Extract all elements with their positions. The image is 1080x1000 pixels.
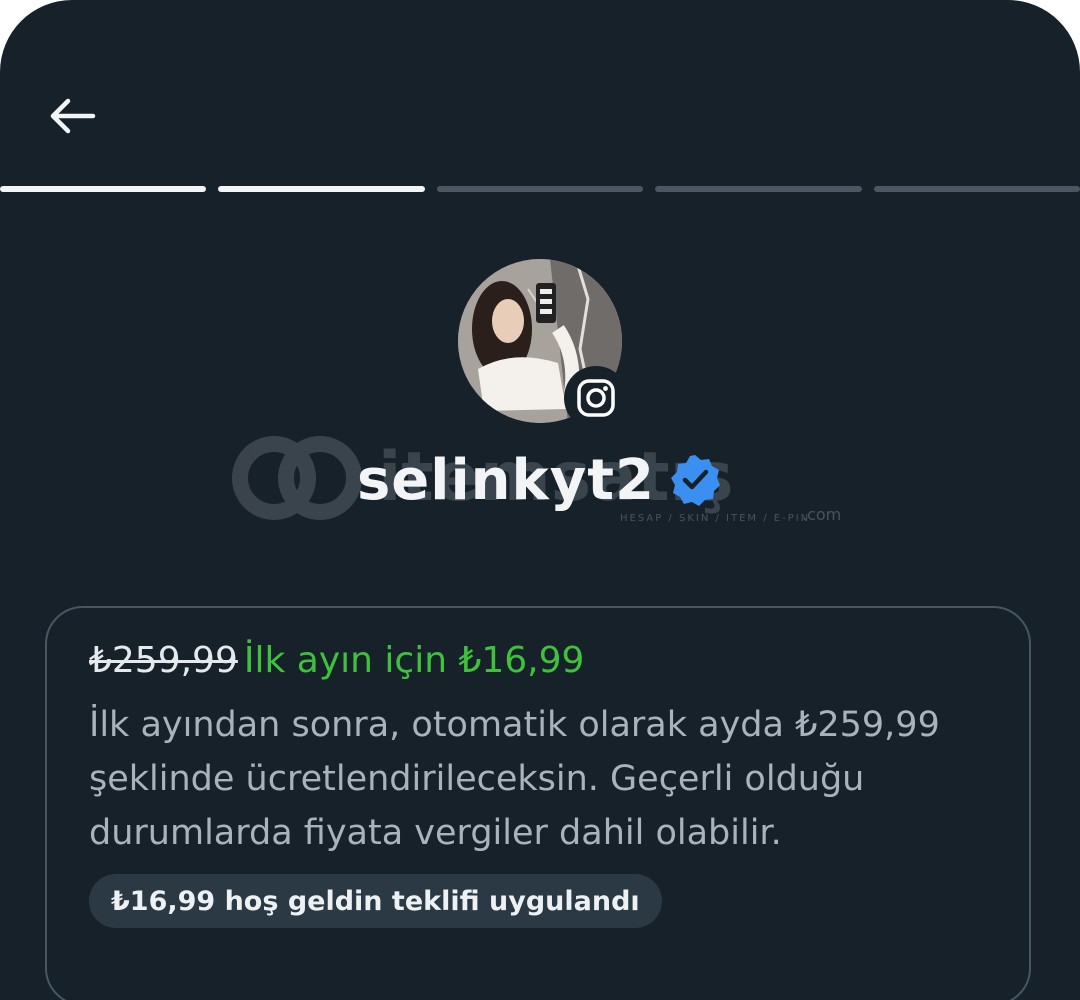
progress-segment [436, 186, 644, 192]
back-button[interactable] [44, 88, 100, 144]
progress-segment [218, 186, 425, 192]
old-price: ₺259,99 [89, 640, 238, 681]
instagram-icon [577, 379, 615, 417]
price-line: ₺259,99 İlk ayın için ₺16,99 [89, 640, 584, 681]
promo-price: İlk ayın için ₺16,99 [243, 640, 585, 681]
subscription-screen: itemsatış HESAP / SKIN / ITEM / E-PIN .c… [0, 0, 1080, 1000]
username: selinkyt2 [356, 447, 656, 513]
progress-segment [0, 186, 207, 192]
progress-segment [873, 186, 1080, 192]
instagram-badge [564, 366, 628, 430]
username-row: selinkyt2 [0, 440, 1080, 520]
story-progress-bar [0, 186, 1080, 192]
welcome-offer-badge: ₺16,99 hoş geldin teklifi uygulandı [89, 874, 662, 928]
arrow-left-icon [50, 98, 96, 134]
offer-card: ₺259,99 İlk ayın için ₺16,99 İlk ayından … [45, 606, 1031, 1000]
verified-badge-icon [671, 455, 721, 506]
offer-description: İlk ayından sonra, otomatik olarak ayda … [89, 705, 940, 853]
progress-segment [655, 186, 862, 192]
